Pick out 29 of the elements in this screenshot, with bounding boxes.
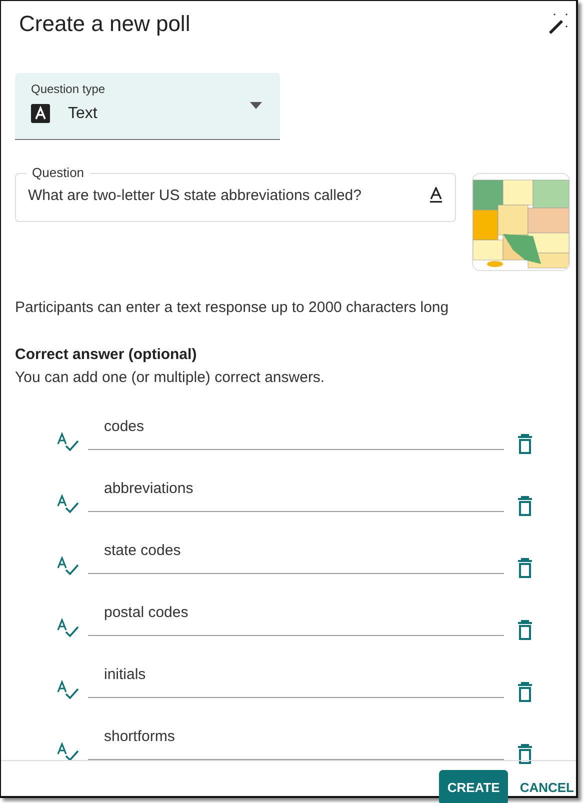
caret-icon	[250, 102, 262, 109]
spellcheck-icon	[57, 618, 79, 638]
trash-icon[interactable]	[517, 434, 533, 454]
trash-icon[interactable]	[517, 620, 533, 640]
spellcheck-icon	[57, 494, 79, 514]
dialog-title: Create a new poll	[19, 11, 190, 37]
question-field[interactable]: Question What are two-letter US state abbreviations called?	[15, 166, 456, 222]
trash-icon[interactable]	[517, 558, 533, 578]
letter-a-icon	[31, 104, 50, 123]
spellcheck-icon	[57, 742, 79, 762]
text-format-icon[interactable]	[429, 187, 443, 203]
trash-icon[interactable]	[517, 496, 533, 516]
answer-field[interactable]: state codes	[88, 540, 504, 574]
answer-field[interactable]: initials	[88, 664, 504, 698]
spellcheck-icon	[57, 432, 79, 452]
section-subtitle: You can add one (or multiple) correct answers.	[15, 369, 326, 386]
section-heading: Correct answer (optional)	[15, 346, 198, 363]
answer-field[interactable]: abbreviations	[88, 478, 504, 512]
answer-field[interactable]: codes	[88, 416, 504, 450]
trash-icon[interactable]	[517, 682, 533, 702]
hint-text: Participants can enter a text response up to 2000 characters long	[15, 299, 450, 316]
create-button[interactable]: CREATE	[439, 770, 508, 803]
spellcheck-icon	[57, 680, 79, 700]
spellcheck-icon	[57, 556, 79, 576]
cancel-button[interactable]: CANCEL	[520, 770, 574, 803]
question-type-dropdown[interactable]: Question type Text	[15, 73, 280, 140]
answer-field[interactable]: postal codes	[88, 602, 504, 636]
trash-icon[interactable]	[517, 744, 533, 764]
answer-field[interactable]: shortforms	[88, 726, 504, 760]
